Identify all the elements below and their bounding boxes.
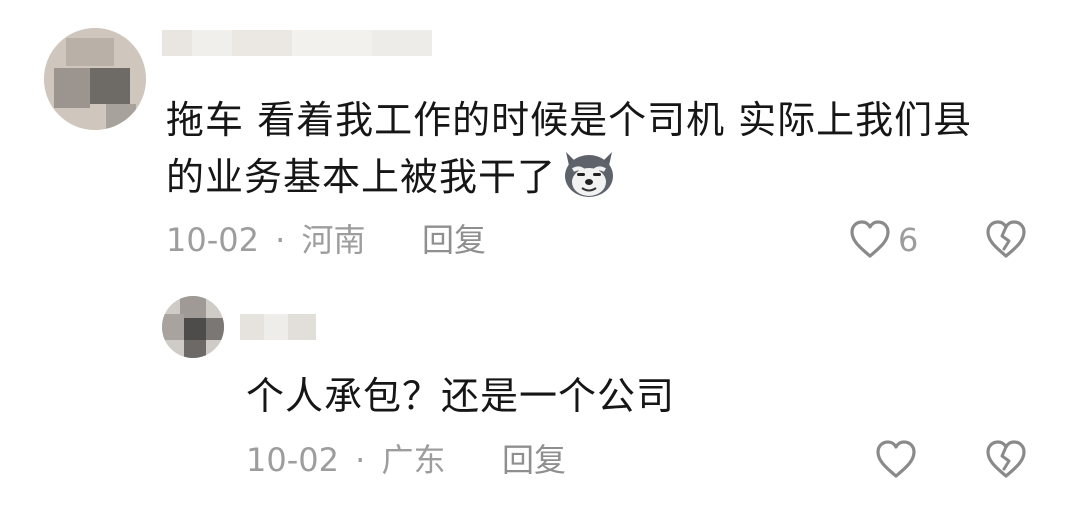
comment-text-line2: 的业务基本上被我干了: [166, 148, 1046, 205]
avatar[interactable]: [162, 296, 224, 358]
husky-dog-emoji: [565, 152, 614, 197]
broken-heart-icon: [986, 440, 1026, 478]
avatar[interactable]: [44, 28, 146, 130]
comment-date: 10-02: [246, 441, 339, 479]
heart-outline-icon: [850, 220, 890, 258]
like-button[interactable]: 6: [848, 218, 918, 262]
meta-separator: ·: [355, 441, 366, 479]
comment-text: 拖车 看着我工作的时候是个司机 实际上我们县 的业务基本上被我干了: [166, 92, 1046, 205]
meta-separator: ·: [275, 221, 286, 259]
broken-heart-icon: [986, 220, 1026, 258]
reply-comment-text: 个人承包？还是一个公司: [246, 374, 676, 418]
comment-text-line1: 拖车 看着我工作的时候是个司机 实际上我们县: [166, 98, 973, 142]
reply-button[interactable]: 回复: [422, 220, 486, 260]
username-blurred[interactable]: [240, 314, 316, 340]
comment-meta: 10-02 · 河南: [166, 220, 366, 260]
like-button[interactable]: [874, 438, 918, 486]
reply-button[interactable]: 回复: [502, 440, 566, 480]
username-blurred[interactable]: [162, 30, 432, 56]
comment-location: 河南: [301, 221, 366, 259]
dislike-button[interactable]: [984, 218, 1028, 266]
dislike-button[interactable]: [984, 438, 1028, 486]
comment-meta: 10-02 · 广东: [246, 440, 446, 480]
like-count: 6: [898, 221, 919, 259]
comment-location: 广东: [381, 441, 446, 479]
comment-date: 10-02: [166, 221, 259, 259]
comment-text-line2-text: 的业务基本上被我干了: [166, 155, 557, 199]
heart-outline-icon: [876, 440, 916, 478]
